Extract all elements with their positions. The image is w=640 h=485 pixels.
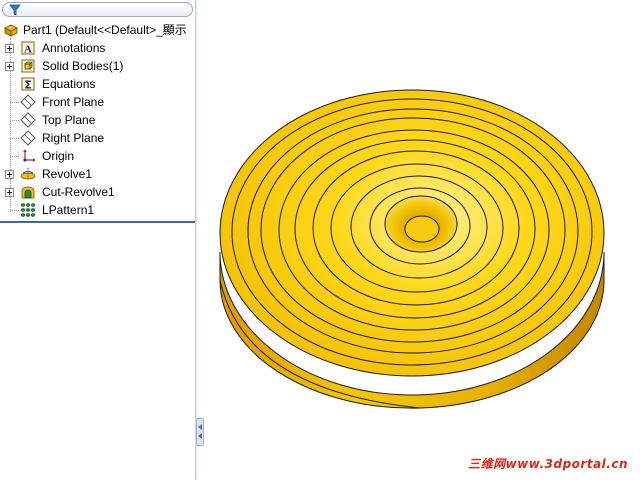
tree-guide-tick <box>10 210 19 211</box>
tree-item-label: Equations <box>42 77 96 91</box>
watermark-text: 三维网www.3dportal.cn <box>468 457 628 471</box>
plane-icon <box>20 94 36 110</box>
cut-revolve-icon <box>21 186 35 199</box>
expand-toggle[interactable] <box>5 188 14 197</box>
revolve-icon <box>20 168 36 180</box>
filter-icon[interactable] <box>9 4 21 16</box>
tree-item-revolve1[interactable]: Revolve1 <box>0 165 195 183</box>
tree-item-label: Revolve1 <box>42 167 93 181</box>
tree-filter-bar[interactable] <box>2 2 193 17</box>
tree-item-label: Origin <box>42 149 75 163</box>
grooved-disc-model[interactable] <box>204 0 640 480</box>
panel-splitter-handle[interactable] <box>196 418 204 446</box>
part-icon <box>4 24 18 37</box>
feature-manager-tree: Part1 (Default<<Default>_顯示 A Annotation… <box>0 0 197 480</box>
tree-item-label: Annotations <box>42 41 106 55</box>
plane-icon <box>20 130 36 146</box>
center-recess-inner <box>404 215 440 243</box>
tree-guide-tick <box>10 156 19 157</box>
linear-pattern-icon <box>20 203 36 217</box>
plane-icon <box>20 112 36 128</box>
expand-toggle[interactable] <box>5 170 14 179</box>
tree-item-origin[interactable]: Origin <box>0 147 195 165</box>
tree-guide-tick <box>10 102 19 103</box>
tree-item-label: Solid Bodies(1) <box>42 59 124 73</box>
tree-item-right-plane[interactable]: Right Plane <box>0 129 195 147</box>
tree-item-front-plane[interactable]: Front Plane <box>0 93 195 111</box>
graphics-area[interactable] <box>204 0 640 480</box>
tree-item-label: LPattern1 <box>42 203 95 217</box>
expand-toggle[interactable] <box>5 62 14 71</box>
tree-item-annotations[interactable]: A Annotations <box>0 39 195 57</box>
tree-item-label: Top Plane <box>42 113 96 127</box>
tree-guide-tick <box>10 138 19 139</box>
tree-item-top-plane[interactable]: Top Plane <box>0 111 195 129</box>
splitter-arrows-icon <box>198 424 202 439</box>
tree-guide-tick <box>10 120 19 121</box>
tree-item-lpattern1[interactable]: LPattern1 <box>0 201 195 219</box>
tree-item-label: Cut-Revolve1 <box>42 185 115 199</box>
tree-item-equations[interactable]: Σ Equations <box>0 75 195 93</box>
tree-item-solid-bodies[interactable]: Solid Bodies(1) <box>0 57 195 75</box>
annotations-icon: A <box>21 41 35 56</box>
tree-item-label: Part1 (Default<<Default>_顯示 <box>23 23 187 37</box>
svg-text:Σ: Σ <box>24 79 32 92</box>
origin-icon <box>23 149 36 162</box>
expand-toggle[interactable] <box>5 44 14 53</box>
tree-item-label: Front Plane <box>42 95 105 109</box>
tree-item-cut-revolve1[interactable]: Cut-Revolve1 <box>0 183 195 201</box>
tree-item-part1[interactable]: Part1 (Default<<Default>_顯示 <box>0 21 195 39</box>
panel-border <box>195 0 197 480</box>
rollback-bar[interactable] <box>0 221 195 223</box>
svg-text:A: A <box>24 44 32 56</box>
tree-item-label: Right Plane <box>42 131 105 145</box>
equations-icon: Σ <box>21 77 35 92</box>
solid-bodies-icon <box>21 59 35 73</box>
